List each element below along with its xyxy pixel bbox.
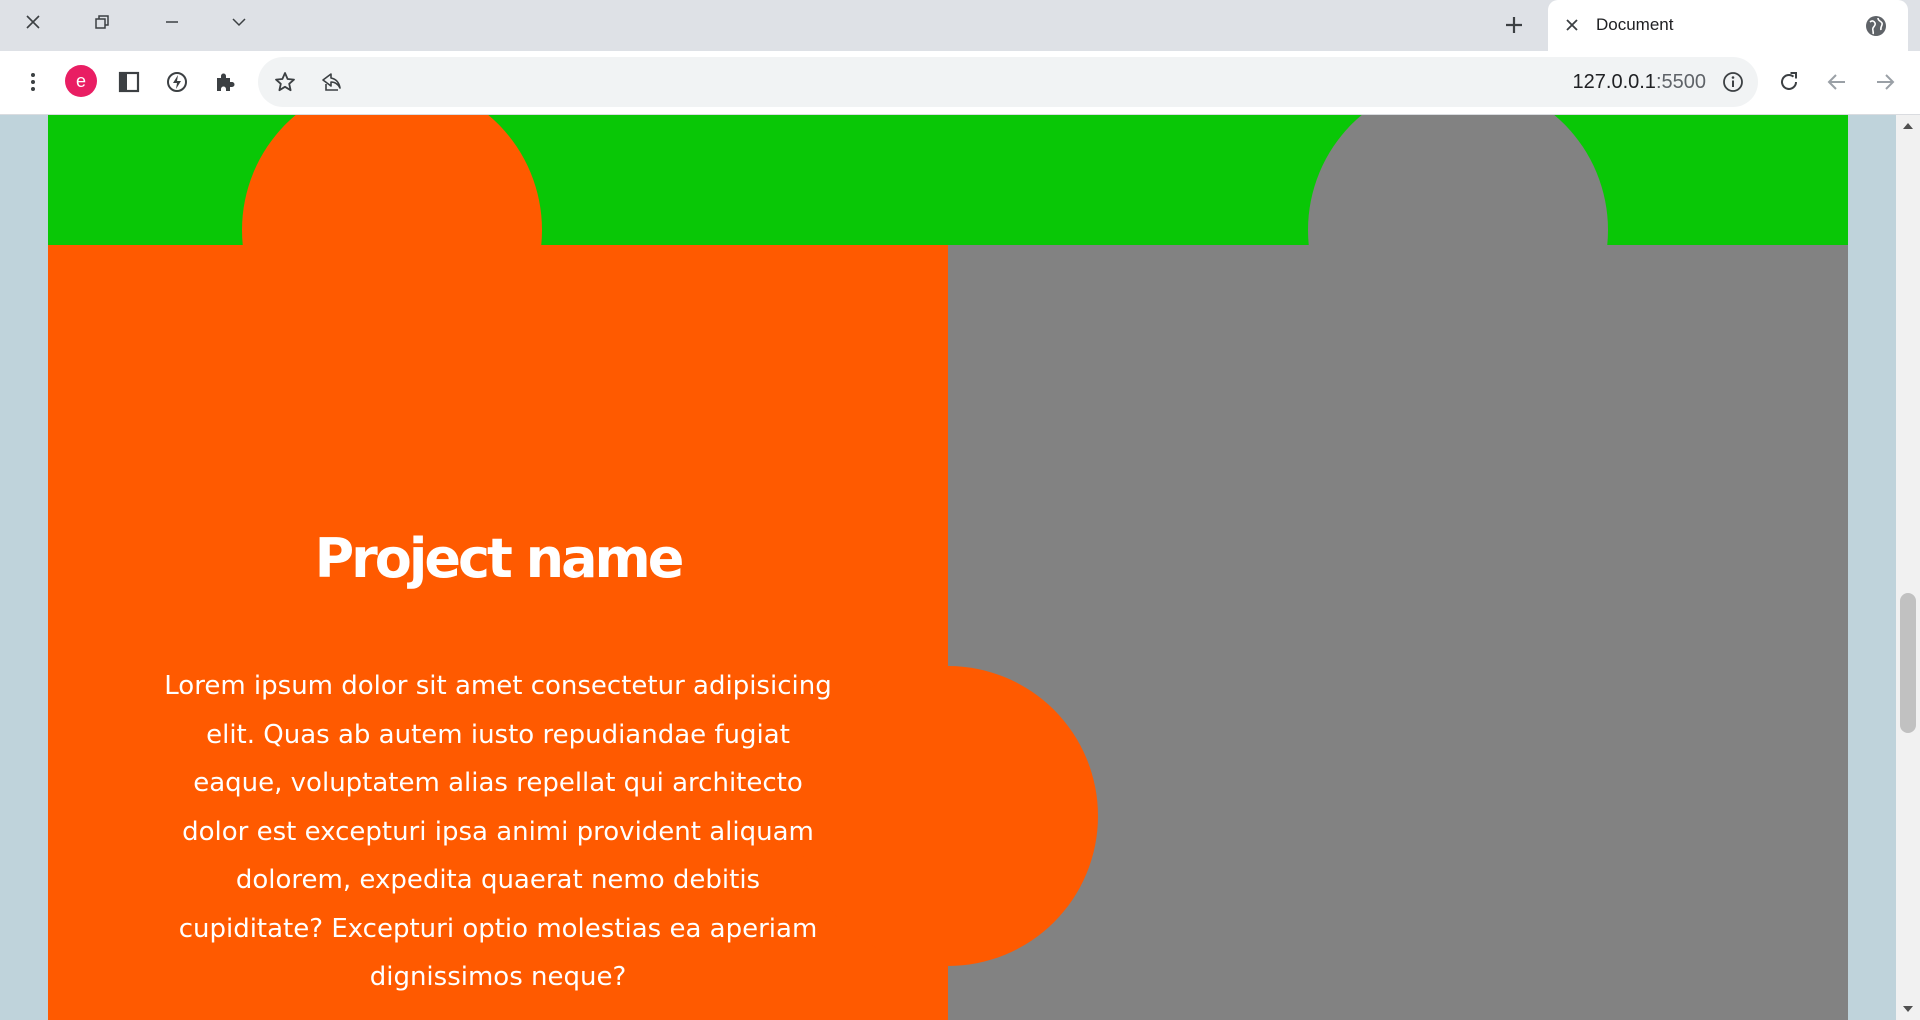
- star-icon: [275, 72, 295, 92]
- restore-window-button[interactable]: [85, 8, 119, 36]
- menu-button[interactable]: [16, 65, 50, 99]
- tab-title: Document: [1596, 15, 1674, 34]
- more-vert-icon: [31, 73, 35, 91]
- scrollbar-thumb[interactable]: [1900, 593, 1916, 733]
- address-bar[interactable]: 127.0.0.1:5500: [258, 57, 1758, 107]
- scroll-up-arrow[interactable]: [1903, 123, 1913, 129]
- tab-document[interactable]: Document: [1548, 0, 1908, 51]
- extensions-button[interactable]: [208, 65, 242, 99]
- globe-icon: [1866, 16, 1886, 36]
- minimize-window-button[interactable]: [155, 8, 189, 36]
- performance-button[interactable]: [160, 65, 194, 99]
- url-host: 127.0.0.1: [1572, 71, 1656, 93]
- performance-icon: [167, 72, 187, 92]
- extensions-icon: [217, 73, 235, 91]
- tab-close-button[interactable]: [1562, 15, 1582, 35]
- tab-search-button[interactable]: [222, 8, 256, 36]
- url-port: :5500: [1655, 71, 1706, 93]
- reload-icon: [1781, 72, 1797, 90]
- plus-icon: [1506, 17, 1522, 33]
- tab-strip: Document: [0, 0, 1920, 51]
- orange-puzzle-tab-right: [798, 666, 1098, 966]
- new-tab-button[interactable]: [1496, 8, 1532, 42]
- scroll-down-arrow[interactable]: [1903, 1006, 1913, 1012]
- minimize-icon: [166, 21, 178, 23]
- profile-avatar[interactable]: e: [65, 65, 97, 97]
- chevron-down-icon: [232, 18, 246, 27]
- browser-window: Document e 127.0.0.1:5500 Project name L…: [0, 0, 1920, 1020]
- close-window-button[interactable]: [16, 8, 50, 36]
- close-icon: [26, 15, 40, 29]
- reload-button[interactable]: [1772, 65, 1806, 99]
- site-info-button[interactable]: [1720, 69, 1746, 95]
- url-text[interactable]: 127.0.0.1:5500: [1573, 71, 1706, 94]
- bookmark-button[interactable]: [272, 69, 298, 95]
- share-icon: [322, 73, 341, 91]
- forward-button[interactable]: [1868, 65, 1902, 99]
- page-scrollbar[interactable]: [1896, 115, 1920, 1020]
- project-title: Project name: [314, 527, 685, 590]
- close-icon: [1566, 19, 1578, 31]
- forward-icon: [1877, 74, 1895, 90]
- side-panel-button[interactable]: [112, 65, 146, 99]
- project-description: Lorem ipsum dolor sit amet consectetur a…: [164, 671, 832, 992]
- page-viewport: Project name Lorem ipsum dolor sit amet …: [0, 115, 1896, 1020]
- sidebar-icon: [118, 71, 140, 93]
- back-icon: [1827, 74, 1845, 90]
- back-button[interactable]: [1820, 65, 1854, 99]
- restore-icon: [95, 15, 109, 29]
- info-icon: [1723, 72, 1743, 92]
- gray-panel: [948, 245, 1848, 1020]
- share-button[interactable]: [318, 69, 344, 95]
